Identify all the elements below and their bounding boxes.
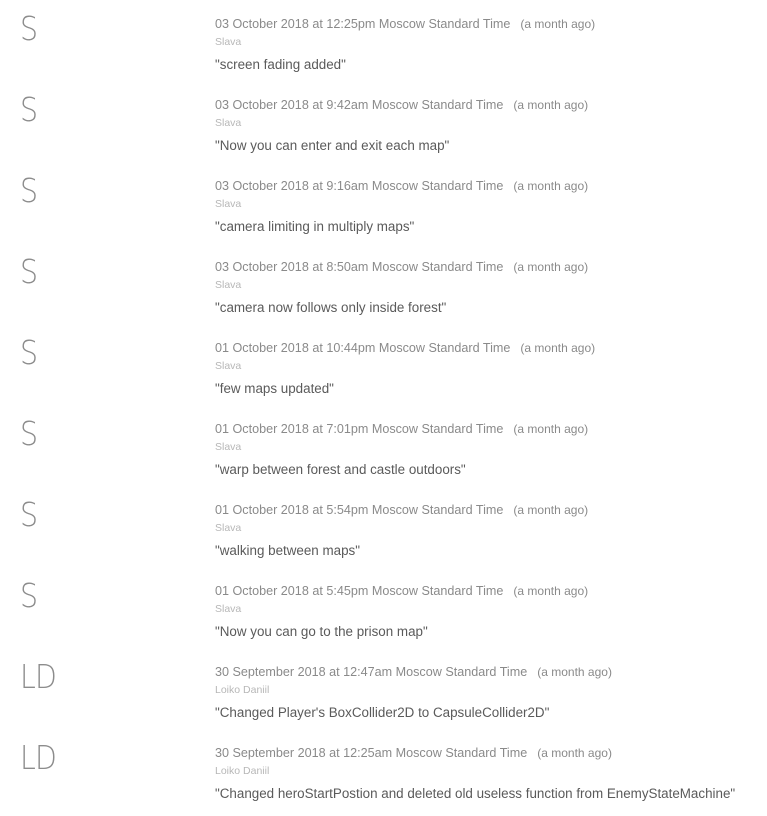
author-avatar: S <box>20 576 38 615</box>
commit-date: 03 October 2018 at 12:25pm Moscow Standa… <box>215 17 511 31</box>
commit-date: 03 October 2018 at 9:16am Moscow Standar… <box>215 179 504 193</box>
author-avatar: S <box>20 252 38 291</box>
commit-item[interactable]: S 01 October 2018 at 10:44pm Moscow Stan… <box>0 324 767 405</box>
commit-meta: 30 September 2018 at 12:47am Moscow Stan… <box>215 665 612 679</box>
commit-item[interactable]: S 03 October 2018 at 12:25pm Moscow Stan… <box>0 0 767 81</box>
author-avatar: S <box>20 495 38 534</box>
commit-message[interactable]: "screen fading added" <box>215 57 346 72</box>
commit-date: 01 October 2018 at 5:45pm Moscow Standar… <box>215 584 504 598</box>
commit-item[interactable]: S 03 October 2018 at 9:16am Moscow Stand… <box>0 162 767 243</box>
commit-author: Slava <box>215 360 242 372</box>
commit-item[interactable]: LD 30 September 2018 at 12:47am Moscow S… <box>0 648 767 729</box>
commit-date: 01 October 2018 at 5:54pm Moscow Standar… <box>215 503 504 517</box>
commit-date: 03 October 2018 at 8:50am Moscow Standar… <box>215 260 504 274</box>
commit-meta: 03 October 2018 at 12:25pm Moscow Standa… <box>215 17 595 31</box>
commit-meta: 01 October 2018 at 5:54pm Moscow Standar… <box>215 503 588 517</box>
author-avatar: S <box>20 90 38 129</box>
commit-item[interactable]: S 01 October 2018 at 7:01pm Moscow Stand… <box>0 405 767 486</box>
commit-relative-time: (a month ago) <box>513 503 589 517</box>
commit-author: Loiko Daniil <box>215 765 270 777</box>
commit-item[interactable]: S 01 October 2018 at 5:45pm Moscow Stand… <box>0 567 767 648</box>
commit-relative-time: (a month ago) <box>513 260 589 274</box>
author-avatar: LD <box>20 657 57 696</box>
commit-list: S 03 October 2018 at 12:25pm Moscow Stan… <box>0 0 767 810</box>
commit-message[interactable]: "few maps updated" <box>215 381 334 396</box>
commit-item[interactable]: LD 30 September 2018 at 12:25am Moscow S… <box>0 729 767 810</box>
author-avatar: S <box>20 171 38 210</box>
commit-author: Slava <box>215 603 242 615</box>
commit-meta: 01 October 2018 at 5:45pm Moscow Standar… <box>215 584 588 598</box>
commit-message[interactable]: "Now you can enter and exit each map" <box>215 138 449 153</box>
commit-message[interactable]: "walking between maps" <box>215 543 360 558</box>
author-avatar: S <box>20 9 38 48</box>
commit-date: 30 September 2018 at 12:47am Moscow Stan… <box>215 665 528 679</box>
commit-author: Slava <box>215 441 242 453</box>
commit-message[interactable]: "Changed heroStartPostion and deleted ol… <box>215 786 735 801</box>
commit-message[interactable]: "Now you can go to the prison map" <box>215 624 428 639</box>
commit-relative-time: (a month ago) <box>513 422 589 436</box>
author-avatar: LD <box>20 738 57 777</box>
commit-meta: 01 October 2018 at 7:01pm Moscow Standar… <box>215 422 588 436</box>
commit-message[interactable]: "warp between forest and castle outdoors… <box>215 462 466 477</box>
commit-relative-time: (a month ago) <box>537 665 612 679</box>
commit-author: Slava <box>215 117 242 129</box>
commit-date: 01 October 2018 at 10:44pm Moscow Standa… <box>215 341 511 355</box>
author-avatar: S <box>20 333 38 372</box>
commit-meta: 01 October 2018 at 10:44pm Moscow Standa… <box>215 341 595 355</box>
commit-author: Slava <box>215 198 242 210</box>
commit-message[interactable]: "camera now follows only inside forest" <box>215 300 446 315</box>
commit-date: 01 October 2018 at 7:01pm Moscow Standar… <box>215 422 504 436</box>
commit-relative-time: (a month ago) <box>513 179 589 193</box>
commit-author: Loiko Daniil <box>215 684 270 696</box>
commit-relative-time: (a month ago) <box>520 17 596 31</box>
commit-meta: 30 September 2018 at 12:25am Moscow Stan… <box>215 746 612 760</box>
commit-meta: 03 October 2018 at 9:42am Moscow Standar… <box>215 98 588 112</box>
commit-meta: 03 October 2018 at 8:50am Moscow Standar… <box>215 260 588 274</box>
commit-item[interactable]: S 03 October 2018 at 9:42am Moscow Stand… <box>0 81 767 162</box>
commit-item[interactable]: S 03 October 2018 at 8:50am Moscow Stand… <box>0 243 767 324</box>
commit-author: Slava <box>215 279 242 291</box>
commit-relative-time: (a month ago) <box>513 98 589 112</box>
commit-date: 30 September 2018 at 12:25am Moscow Stan… <box>215 746 528 760</box>
commit-item[interactable]: S 01 October 2018 at 5:54pm Moscow Stand… <box>0 486 767 567</box>
commit-relative-time: (a month ago) <box>520 341 596 355</box>
commit-relative-time: (a month ago) <box>537 746 612 760</box>
commit-meta: 03 October 2018 at 9:16am Moscow Standar… <box>215 179 588 193</box>
commit-message[interactable]: "Changed Player's BoxCollider2D to Capsu… <box>215 705 549 720</box>
commit-message[interactable]: "camera limiting in multiply maps" <box>215 219 414 234</box>
commit-author: Slava <box>215 36 242 48</box>
commit-date: 03 October 2018 at 9:42am Moscow Standar… <box>215 98 504 112</box>
commit-relative-time: (a month ago) <box>513 584 589 598</box>
commit-author: Slava <box>215 522 242 534</box>
author-avatar: S <box>20 414 38 453</box>
